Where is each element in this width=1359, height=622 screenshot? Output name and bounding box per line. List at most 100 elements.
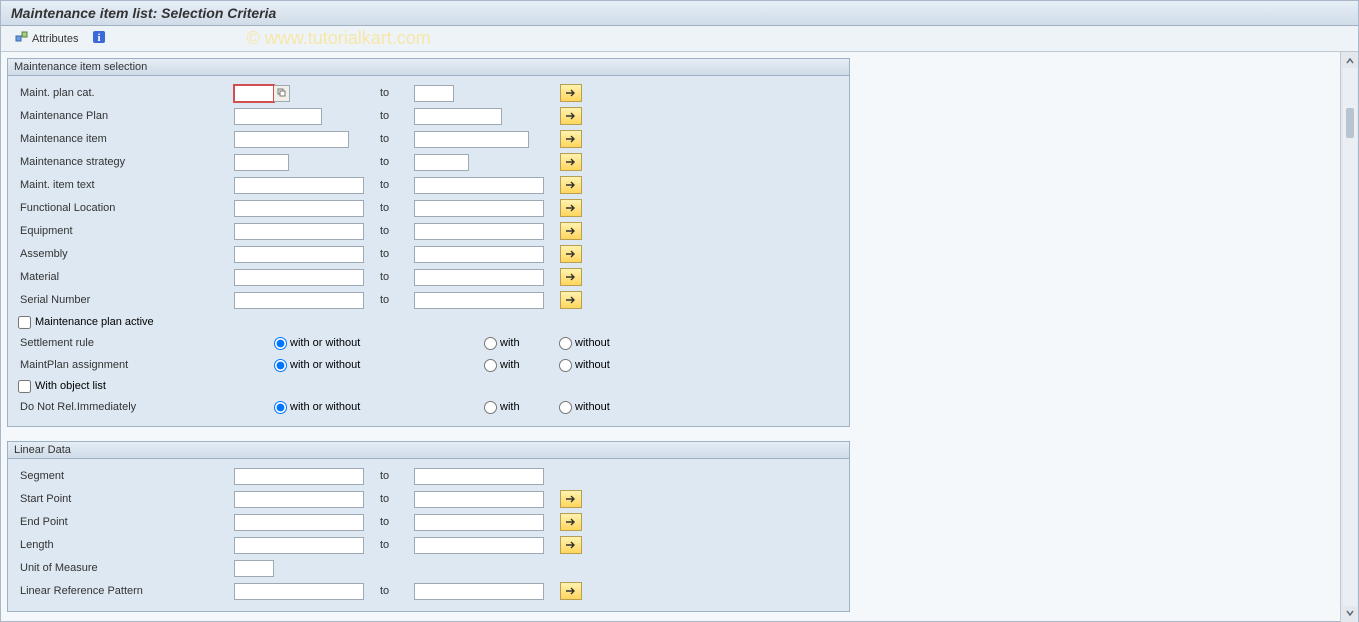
main-frame: Maintenance item list: Selection Criteri… <box>0 0 1359 622</box>
settlement-with-radio[interactable] <box>484 337 497 350</box>
plan-cat-from-input[interactable] <box>234 85 274 102</box>
scroll-region: Maintenance item selection Maint. plan c… <box>1 52 1340 622</box>
label-length: Length <box>16 539 234 551</box>
settlement-with-or-without-radio[interactable] <box>274 337 287 350</box>
uom-input[interactable] <box>234 560 274 577</box>
to-label: to <box>374 585 414 597</box>
material-to-input[interactable] <box>414 269 544 286</box>
to-label: to <box>374 493 414 505</box>
assembly-multi-button[interactable] <box>560 245 582 263</box>
radio-label: without <box>575 359 610 371</box>
material-from-input[interactable] <box>234 269 364 286</box>
scroll-down-button[interactable] <box>1343 606 1357 620</box>
plan-to-input[interactable] <box>414 108 502 125</box>
equipment-from-input[interactable] <box>234 223 364 240</box>
to-label: to <box>374 202 414 214</box>
segment-from-input[interactable] <box>234 468 364 485</box>
item-text-from-input[interactable] <box>234 177 364 194</box>
label-segment: Segment <box>16 470 234 482</box>
dnr-with-radio[interactable] <box>484 401 497 414</box>
arrow-right-icon <box>565 203 577 213</box>
group1-title: Maintenance item selection <box>8 59 849 76</box>
label-maint-plan-cat: Maint. plan cat. <box>16 87 234 99</box>
watermark: © www.tutorialkart.com <box>246 28 430 49</box>
strategy-from-input[interactable] <box>234 154 289 171</box>
item-text-to-input[interactable] <box>414 177 544 194</box>
info-icon: i <box>92 30 106 47</box>
item-from-input[interactable] <box>234 131 349 148</box>
length-multi-button[interactable] <box>560 536 582 554</box>
segment-to-input[interactable] <box>414 468 544 485</box>
scroll-up-button[interactable] <box>1343 54 1357 68</box>
item-to-input[interactable] <box>414 131 529 148</box>
plan-active-label: Maintenance plan active <box>35 316 154 328</box>
equipment-multi-button[interactable] <box>560 222 582 240</box>
mpassign-without-radio[interactable] <box>559 359 572 372</box>
start-point-multi-button[interactable] <box>560 490 582 508</box>
assembly-from-input[interactable] <box>234 246 364 263</box>
start-point-to-input[interactable] <box>414 491 544 508</box>
info-button[interactable]: i <box>88 29 110 48</box>
serial-multi-button[interactable] <box>560 291 582 309</box>
radio-label: with or without <box>290 359 360 371</box>
material-multi-button[interactable] <box>560 268 582 286</box>
settlement-without-radio[interactable] <box>559 337 572 350</box>
label-uom: Unit of Measure <box>16 562 234 574</box>
plan-cat-f4-button[interactable] <box>274 85 290 102</box>
vertical-scrollbar[interactable] <box>1340 52 1358 622</box>
label-serial: Serial Number <box>16 294 234 306</box>
plan-cat-multi-button[interactable] <box>560 84 582 102</box>
funcloc-from-input[interactable] <box>234 200 364 217</box>
search-help-icon <box>277 88 287 98</box>
dnr-without-radio[interactable] <box>559 401 572 414</box>
row-material: Material to <box>16 266 841 288</box>
length-to-input[interactable] <box>414 537 544 554</box>
strategy-multi-button[interactable] <box>560 153 582 171</box>
serial-from-input[interactable] <box>234 292 364 309</box>
mpassign-with-or-without-radio[interactable] <box>274 359 287 372</box>
lrp-to-input[interactable] <box>414 583 544 600</box>
row-uom: Unit of Measure <box>16 557 841 579</box>
arrow-right-icon <box>565 88 577 98</box>
length-from-input[interactable] <box>234 537 364 554</box>
row-funcloc: Functional Location to <box>16 197 841 219</box>
lrp-from-input[interactable] <box>234 583 364 600</box>
item-multi-button[interactable] <box>560 130 582 148</box>
scroll-track[interactable] <box>1343 68 1357 606</box>
scroll-grip[interactable] <box>1346 108 1354 138</box>
label-settlement: Settlement rule <box>16 337 234 349</box>
end-point-to-input[interactable] <box>414 514 544 531</box>
to-label: to <box>374 133 414 145</box>
radio-label: with or without <box>290 337 360 349</box>
plan-from-input[interactable] <box>234 108 322 125</box>
plan-multi-button[interactable] <box>560 107 582 125</box>
row-item-text: Maint. item text to <box>16 174 841 196</box>
group2-title: Linear Data <box>8 442 849 459</box>
dnr-with-or-without-radio[interactable] <box>274 401 287 414</box>
to-label: to <box>374 248 414 260</box>
plan-active-checkbox[interactable] <box>18 316 31 329</box>
assembly-to-input[interactable] <box>414 246 544 263</box>
end-point-from-input[interactable] <box>234 514 364 531</box>
start-point-from-input[interactable] <box>234 491 364 508</box>
with-object-list-checkbox[interactable] <box>18 380 31 393</box>
equipment-to-input[interactable] <box>414 223 544 240</box>
page-title: Maintenance item list: Selection Criteri… <box>1 1 1358 26</box>
attributes-button[interactable]: Attributes <box>11 29 82 48</box>
end-point-multi-button[interactable] <box>560 513 582 531</box>
radio-label: with <box>500 359 520 371</box>
mpassign-with-radio[interactable] <box>484 359 497 372</box>
row-settlement-rule: Settlement rule with or without with wit… <box>16 332 841 354</box>
plan-cat-to-input[interactable] <box>414 85 454 102</box>
lrp-multi-button[interactable] <box>560 582 582 600</box>
row-length: Length to <box>16 534 841 556</box>
funcloc-multi-button[interactable] <box>560 199 582 217</box>
radio-label: with or without <box>290 401 360 413</box>
serial-to-input[interactable] <box>414 292 544 309</box>
item-text-multi-button[interactable] <box>560 176 582 194</box>
strategy-to-input[interactable] <box>414 154 469 171</box>
row-start-point: Start Point to <box>16 488 841 510</box>
funcloc-to-input[interactable] <box>414 200 544 217</box>
row-end-point: End Point to <box>16 511 841 533</box>
group-linear-data: Linear Data Segment to Start Point to <box>7 441 850 612</box>
